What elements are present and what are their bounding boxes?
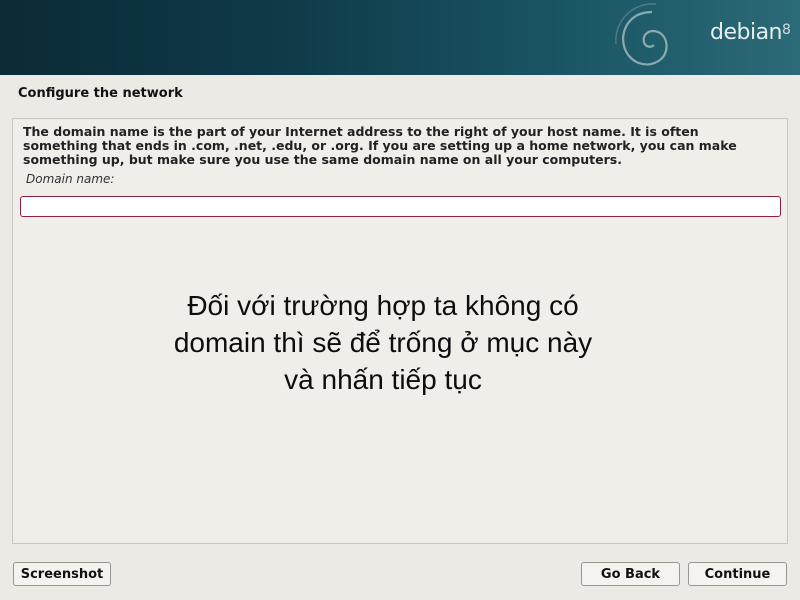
domain-name-label: Domain name: [26, 172, 115, 186]
go-back-button[interactable]: Go Back [581, 562, 680, 586]
page-title: Configure the network [18, 86, 183, 101]
continue-button[interactable]: Continue [688, 562, 787, 586]
domain-name-input[interactable] [20, 196, 781, 217]
brand-logo: debian8 [710, 20, 791, 45]
header-banner: debian8 [0, 0, 800, 75]
screenshot-button[interactable]: Screenshot [13, 562, 111, 586]
annotation-text: Đối với trường hợp ta không có domain th… [173, 290, 593, 395]
brand-version: 8 [782, 22, 791, 38]
domain-description: The domain name is the part of your Inte… [23, 124, 737, 167]
content-panel: The domain name is the part of your Inte… [12, 118, 788, 544]
brand-name: debian [710, 20, 783, 45]
debian-swirl-icon [615, 3, 668, 66]
